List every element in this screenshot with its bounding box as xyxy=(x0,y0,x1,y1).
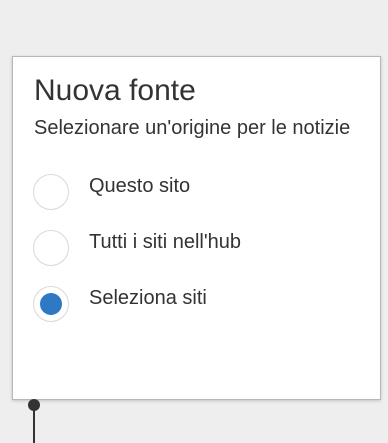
option-label-this-site: Questo sito xyxy=(89,175,191,197)
panel-title: Nuova fonte xyxy=(34,74,196,107)
callout-connector-line xyxy=(33,406,35,443)
option-all-hub-sites[interactable]: Tutti i siti nell'hub xyxy=(33,226,363,282)
option-label-select-sites: Seleziona siti xyxy=(89,287,207,309)
radio-select-sites[interactable] xyxy=(33,286,69,322)
panel-subtitle: Selezionare un'origine per le notizie xyxy=(34,117,351,139)
option-select-sites[interactable]: Seleziona siti xyxy=(33,282,363,338)
source-options-radio-group: Questo sito Tutti i siti nell'hub Selezi… xyxy=(33,170,363,338)
option-this-site[interactable]: Questo sito xyxy=(33,170,363,226)
radio-this-site[interactable] xyxy=(33,174,69,210)
option-label-all-hub-sites: Tutti i siti nell'hub xyxy=(89,231,242,253)
radio-all-hub-sites[interactable] xyxy=(33,230,69,266)
new-source-panel: Nuova fonte Selezionare un'origine per l… xyxy=(12,56,381,400)
